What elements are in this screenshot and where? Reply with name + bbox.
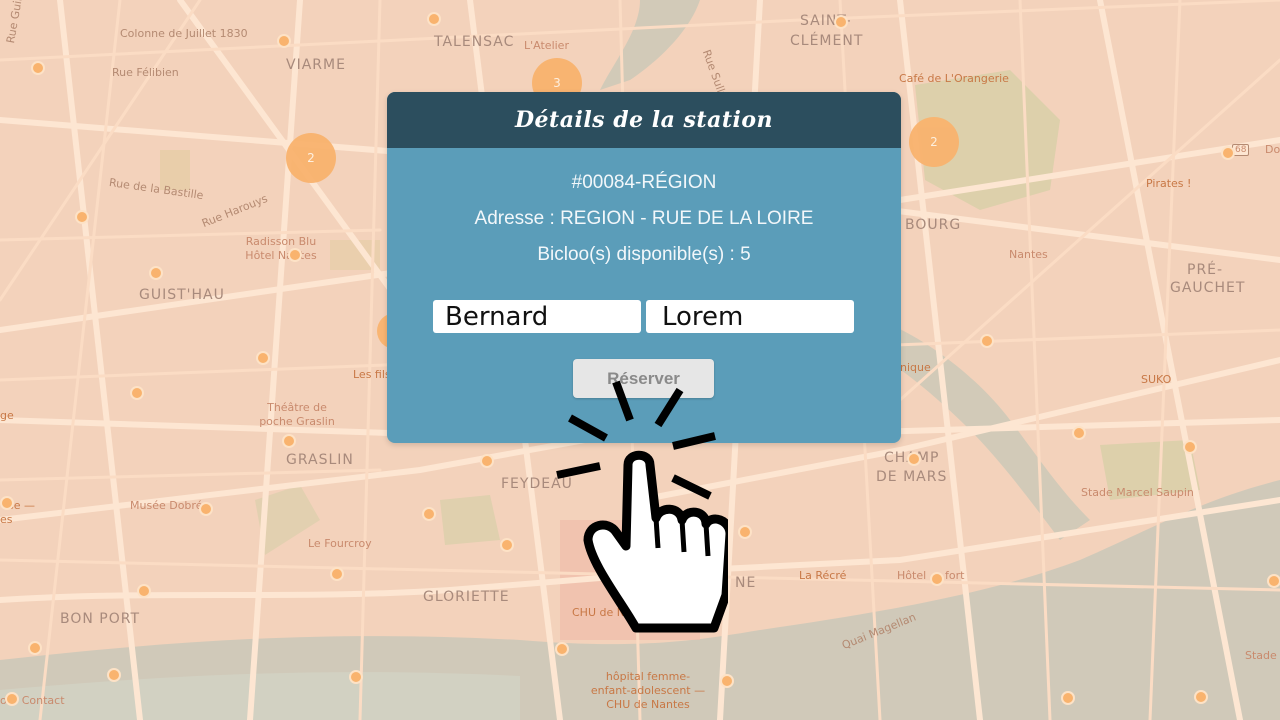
street-label: Colonne de Juillet 1830 [120,27,248,40]
poi-label: Stade Marcel Saupin [1081,486,1194,499]
station-marker[interactable] [130,386,144,400]
station-marker[interactable] [834,15,848,29]
station-marker[interactable] [288,248,302,262]
station-marker[interactable] [199,502,213,516]
poi-label: es [0,513,13,526]
poi-label: Théâtre de [267,401,327,414]
station-marker[interactable] [1183,440,1197,454]
station-marker[interactable] [1221,146,1235,160]
modal-header: Détails de la station [387,92,901,148]
poi-label: SUKO [1141,373,1172,386]
station-marker[interactable] [277,34,291,48]
poi-label: Les fils [353,368,391,381]
station-address: Adresse : REGION - RUE DE LA LOIRE [474,208,814,229]
district-label: GLORIETTE [423,589,510,605]
station-marker[interactable] [720,674,734,688]
station-marker[interactable] [980,334,994,348]
district-label: PRÉ- [1187,262,1224,278]
station-marker[interactable] [738,525,752,539]
poi-label: poche Graslin [259,415,335,428]
station-marker[interactable] [907,452,921,466]
station-marker[interactable] [5,692,19,706]
poi-label: enfant-adolescent — [590,684,706,697]
district-label: CLÉMENT [790,33,864,49]
district-label: BOURG [905,217,962,233]
bikes-available: Bicloo(s) disponible(s) : 5 [537,244,751,265]
modal-title: Détails de la station [514,107,774,133]
station-id: #00084-RÉGION [571,172,717,193]
poi-label: ge [0,409,14,422]
station-marker[interactable] [349,670,363,684]
station-marker[interactable] [256,351,270,365]
poi-label: Hôtel Nantes [245,249,317,262]
poi-label: CHU de Nantes [606,698,690,711]
last-name-input[interactable] [433,300,641,333]
station-marker[interactable] [930,572,944,586]
poi-label: Café de L'Orangerie [899,72,1009,85]
district-label: GAUCHET [1170,280,1246,296]
district-label: NE [735,575,757,591]
station-marker[interactable] [149,266,163,280]
station-marker[interactable] [422,507,436,521]
poi-label: Stade M [1245,649,1280,662]
poi-label: Le Fourcroy [308,537,372,550]
station-marker[interactable] [1267,574,1280,588]
station-cluster[interactable]: 2 [286,133,336,183]
poi-label: nique [900,361,931,374]
station-marker[interactable] [1194,690,1208,704]
district-label: GRASLIN [286,452,354,468]
pointing-hand-click-icon [556,380,728,633]
station-marker[interactable] [282,434,296,448]
district-label: DE MARS [876,469,948,485]
poi-label: Pirates ! [1146,177,1192,190]
station-marker[interactable] [427,12,441,26]
station-marker[interactable] [75,210,89,224]
district-label: GUIST'HAU [139,287,225,303]
station-marker[interactable] [137,584,151,598]
station-marker[interactable] [500,538,514,552]
district-label: TALENSAC [434,34,515,50]
station-marker[interactable] [28,641,42,655]
station-marker[interactable] [480,454,494,468]
station-marker[interactable] [0,496,14,510]
poi-label: Musée Dobrée [130,499,210,512]
street-label: Rue Félibien [112,66,179,79]
station-marker[interactable] [555,642,569,656]
poi-label: Radisson Blu [245,235,317,248]
first-name-input[interactable] [646,300,854,333]
station-cluster[interactable]: 2 [909,117,959,167]
poi-label: La Récré [799,569,847,582]
poi-label: fort [945,569,965,582]
station-marker[interactable] [1072,426,1086,440]
poi-label: Dor [1265,143,1280,156]
station-marker[interactable] [1061,691,1075,705]
district-label: VIARME [286,57,346,73]
poi-label: Hôtel [897,569,927,582]
poi-label: Nantes [1009,248,1048,261]
poi-label: L'Atelier [524,39,569,52]
station-marker[interactable] [107,668,121,682]
district-label: BON PORT [60,611,141,627]
poi-label: hôpital femme- [605,670,691,683]
station-marker[interactable] [330,567,344,581]
station-marker[interactable] [31,61,45,75]
